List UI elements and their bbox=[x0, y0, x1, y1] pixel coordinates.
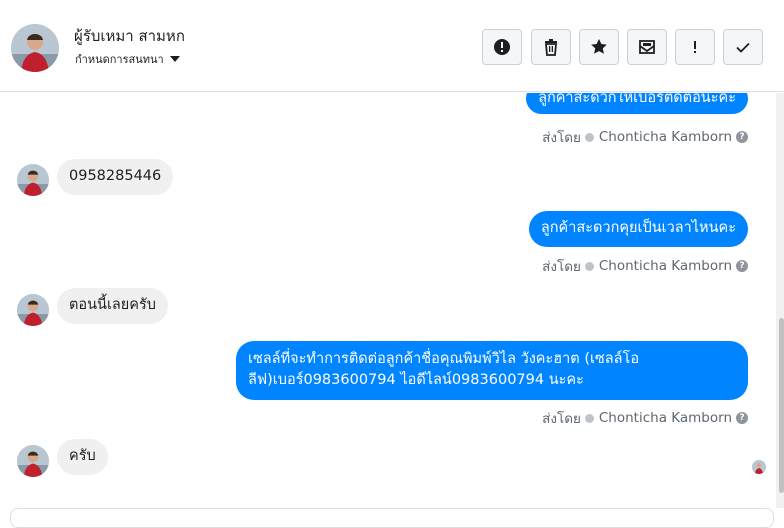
follow-up-button[interactable] bbox=[675, 29, 715, 65]
mail-icon bbox=[639, 40, 655, 54]
message-bubble-outgoing: ลูกค้าสะดวกคุยเป็นเวลาไหนคะ bbox=[528, 211, 748, 247]
message-composer[interactable] bbox=[10, 508, 774, 528]
message-bubble-outgoing: เซลล์ที่จะทำการติดต่อลูกค้าชื่อคุณพิมพ์ว… bbox=[236, 341, 748, 400]
message-text: ตอนนี้เลยครับ bbox=[69, 297, 156, 313]
caret-down-icon bbox=[169, 56, 180, 62]
assign-conversation-label: กำหนดการสนทนา bbox=[75, 53, 164, 66]
message-bubble-incoming: 0958285446 bbox=[57, 159, 174, 195]
message-bubble-incoming: ครับ bbox=[57, 439, 108, 475]
message-text: 0958285446 bbox=[69, 168, 162, 184]
contact-avatar-small bbox=[17, 445, 49, 477]
message-text-line: ลีฟ)เบอร์0983600794 ไอดีไลน์0983600794 น… bbox=[248, 372, 584, 388]
seen-indicator-avatar bbox=[752, 460, 766, 474]
help-icon[interactable]: ? bbox=[736, 260, 748, 272]
page-icon bbox=[584, 132, 594, 142]
contact-avatar-small bbox=[17, 164, 49, 196]
scrollbar-thumb[interactable] bbox=[779, 318, 784, 493]
contact-avatar-small bbox=[17, 294, 49, 326]
exclamation-circle-icon bbox=[494, 39, 510, 55]
delete-button[interactable] bbox=[531, 29, 571, 65]
message-bubble-outgoing: ลูกค้าสะดวกให้เบอร์ติดต่อนะคะ bbox=[526, 93, 748, 114]
sent-by-label: ส่งโดย Chonticha Kamborn ? bbox=[542, 407, 748, 429]
assign-conversation-dropdown[interactable]: กำหนดการสนทนา bbox=[75, 50, 180, 68]
conversation-header: ผู้รับเหมา สามหก กำหนดการสนทนา bbox=[0, 0, 784, 92]
sender-name: Chonticha Kamborn bbox=[598, 410, 732, 426]
message-text: ครับ bbox=[69, 448, 96, 464]
page-icon bbox=[584, 413, 594, 423]
help-icon[interactable]: ? bbox=[736, 412, 748, 424]
contact-name: ผู้รับเหมา สามหก bbox=[74, 27, 185, 45]
message-bubble-incoming: ตอนนี้เลยครับ bbox=[57, 288, 168, 324]
help-icon[interactable]: ? bbox=[736, 131, 748, 143]
message-text-line: เซลล์ที่จะทำการติดต่อลูกค้าชื่อคุณพิมพ์ว… bbox=[248, 351, 640, 367]
star-button[interactable] bbox=[579, 29, 619, 65]
checkmark-icon bbox=[736, 42, 750, 53]
mark-unread-button[interactable] bbox=[627, 29, 667, 65]
star-icon bbox=[591, 39, 607, 54]
trash-icon bbox=[545, 39, 557, 56]
exclamation-icon bbox=[694, 41, 696, 53]
page-icon bbox=[584, 261, 594, 271]
sent-by-prefix: ส่งโดย bbox=[542, 130, 581, 146]
message-text: ลูกค้าสะดวกคุยเป็นเวลาไหนคะ bbox=[540, 220, 736, 236]
sent-by-prefix: ส่งโดย bbox=[542, 411, 581, 427]
spam-button[interactable] bbox=[482, 29, 522, 65]
sent-by-prefix: ส่งโดย bbox=[542, 259, 581, 275]
done-button[interactable] bbox=[723, 29, 763, 65]
message-thread[interactable]: ลูกค้าสะดวกให้เบอร์ติดต่อนะคะ ส่งโดย Cho… bbox=[0, 93, 776, 508]
contact-avatar[interactable] bbox=[11, 24, 59, 72]
sender-name: Chonticha Kamborn bbox=[598, 129, 732, 145]
message-text: ลูกค้าสะดวกให้เบอร์ติดต่อนะคะ bbox=[538, 93, 736, 106]
sent-by-label: ส่งโดย Chonticha Kamborn ? bbox=[542, 126, 748, 148]
sent-by-label: ส่งโดย Chonticha Kamborn ? bbox=[542, 255, 748, 277]
sender-name: Chonticha Kamborn bbox=[598, 258, 732, 274]
